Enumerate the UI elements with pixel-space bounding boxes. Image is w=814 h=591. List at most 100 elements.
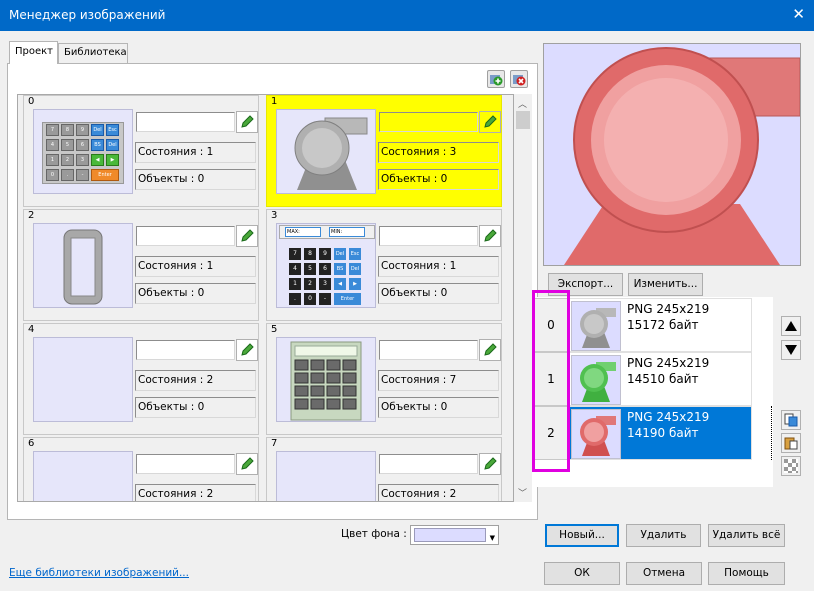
image-preview [543, 43, 801, 266]
key: 4 [289, 263, 301, 275]
state-thumbnail [571, 409, 621, 459]
edit-button[interactable] [479, 339, 501, 361]
pencil-icon [484, 115, 497, 128]
pencil-icon [241, 229, 254, 242]
key: 3 [319, 278, 331, 290]
key: 8 [304, 248, 316, 260]
image-name-field[interactable] [379, 226, 478, 246]
image-card[interactable]: 5 Состояния : 7 Объекты : 0 [266, 323, 502, 435]
image-name-field[interactable] [136, 340, 235, 360]
key: 6 [319, 263, 331, 275]
pump-green-image [580, 362, 616, 402]
states-field: Состояния : 2 [378, 484, 499, 501]
image-name-field[interactable] [136, 454, 235, 474]
pump-gray-image [294, 117, 368, 190]
states-field: Состояния : 1 [378, 256, 499, 277]
image-name-field[interactable] [379, 340, 478, 360]
pump-gray-image [580, 308, 616, 348]
image-card[interactable]: 0 7 8 9 Del Esc 4 5 6 BS Del 1 2 3 ◀ ▶ 0… [23, 95, 259, 207]
copy-state-button[interactable] [781, 410, 801, 430]
pencil-icon [241, 457, 254, 470]
image-card[interactable]: 4 Состояния : 2 Объекты : 0 [23, 323, 259, 435]
edit-button[interactable] [236, 339, 258, 361]
help-button[interactable]: Помощь [708, 562, 785, 585]
key: BS [91, 139, 104, 151]
edit-button[interactable] [479, 111, 501, 133]
move-up-button[interactable] [781, 316, 801, 336]
key: - [76, 169, 89, 181]
numpad-display: MIN: [329, 227, 365, 237]
tab-project[interactable]: Проект [9, 41, 58, 64]
key: 7 [289, 248, 301, 260]
edit-button[interactable] [236, 453, 258, 475]
card-number: 6 [28, 438, 35, 449]
bg-color-picker[interactable]: ▼ [410, 525, 499, 545]
scroll-thumb[interactable] [516, 111, 530, 129]
state-format: PNG 245x219 [627, 410, 710, 424]
pump-red-image [580, 416, 616, 456]
numpad-display: MAX: [285, 227, 321, 237]
card-number: 4 [28, 324, 35, 335]
close-icon[interactable]: ✕ [792, 5, 805, 23]
edit-button[interactable] [236, 111, 258, 133]
objects-field: Объекты : 0 [378, 397, 499, 418]
key: . [289, 293, 301, 305]
add-icon [490, 75, 503, 86]
key: 6 [76, 139, 89, 151]
objects-field: Объекты : 0 [378, 283, 499, 304]
key: ◀ [334, 278, 346, 290]
edit-button[interactable] [479, 453, 501, 475]
title-bar: Менеджер изображений ✕ [0, 0, 814, 31]
annotation-highlight [532, 290, 570, 472]
empty-thumbnail [33, 451, 133, 501]
edit-button[interactable] [236, 225, 258, 247]
image-card[interactable]: 3 MAX: MIN: 7 8 9 Del Esc 4 5 6 BS Del 1… [266, 209, 502, 321]
image-card[interactable]: 6 Состояния : 2 [23, 437, 259, 501]
image-state-row-selected[interactable]: PNG 245x219 14190 байт [568, 406, 752, 460]
new-button[interactable]: Новый... [545, 524, 619, 547]
key: Del [106, 139, 119, 151]
arrow-up-icon [785, 321, 797, 331]
transparency-button[interactable] [781, 456, 801, 476]
edit-image-button[interactable]: Изменить... [628, 273, 703, 296]
more-libraries-link[interactable]: Еще библиотеки изображений... [9, 567, 189, 579]
delete-button[interactable]: Удалить [626, 524, 701, 547]
remove-image-button[interactable] [510, 70, 528, 88]
grid-scrollbar[interactable]: ︿ ﹀ [514, 94, 532, 502]
states-field: Состояния : 1 [135, 142, 256, 163]
pencil-icon [484, 229, 497, 242]
scroll-down-icon[interactable]: ﹀ [518, 486, 527, 499]
scroll-up-icon[interactable]: ︿ [518, 97, 527, 110]
ok-button[interactable]: ОК [544, 562, 620, 585]
objects-field: Объекты : 0 [135, 169, 256, 190]
add-image-button[interactable] [487, 70, 505, 88]
key: Esc [349, 248, 361, 260]
image-state-row[interactable]: PNG 245x219 15172 байт [568, 298, 752, 352]
pump-thumbnail [276, 109, 376, 194]
key: - [319, 293, 331, 305]
cancel-button[interactable]: Отмена [626, 562, 702, 585]
states-field: Состояния : 3 [378, 142, 499, 163]
objects-field: Объекты : 0 [378, 169, 499, 190]
edit-button[interactable] [479, 225, 501, 247]
tab-library[interactable]: Библиотека [58, 43, 128, 63]
key: Del [91, 124, 104, 136]
move-down-button[interactable] [781, 340, 801, 360]
image-card-selected[interactable]: 1 Состояния : 3 Объекты : 0 [266, 95, 502, 207]
image-name-field[interactable] [136, 226, 235, 246]
remove-icon [513, 75, 526, 86]
card-number: 7 [271, 438, 278, 449]
image-name-field[interactable] [379, 112, 478, 132]
image-card[interactable]: 2 Состояния : 1 Объекты : 0 [23, 209, 259, 321]
state-thumbnail [571, 355, 621, 405]
paste-state-button[interactable] [781, 433, 801, 453]
image-name-field[interactable] [136, 112, 235, 132]
image-card[interactable]: 7 Состояния : 2 [266, 437, 502, 501]
color-swatch [414, 528, 486, 542]
delete-all-button[interactable]: Удалить всё [708, 524, 785, 547]
image-state-row[interactable]: PNG 245x219 14510 байт [568, 352, 752, 406]
tank-thumbnail [33, 223, 133, 308]
key: 2 [304, 278, 316, 290]
key: ▶ [349, 278, 361, 290]
image-name-field[interactable] [379, 454, 478, 474]
